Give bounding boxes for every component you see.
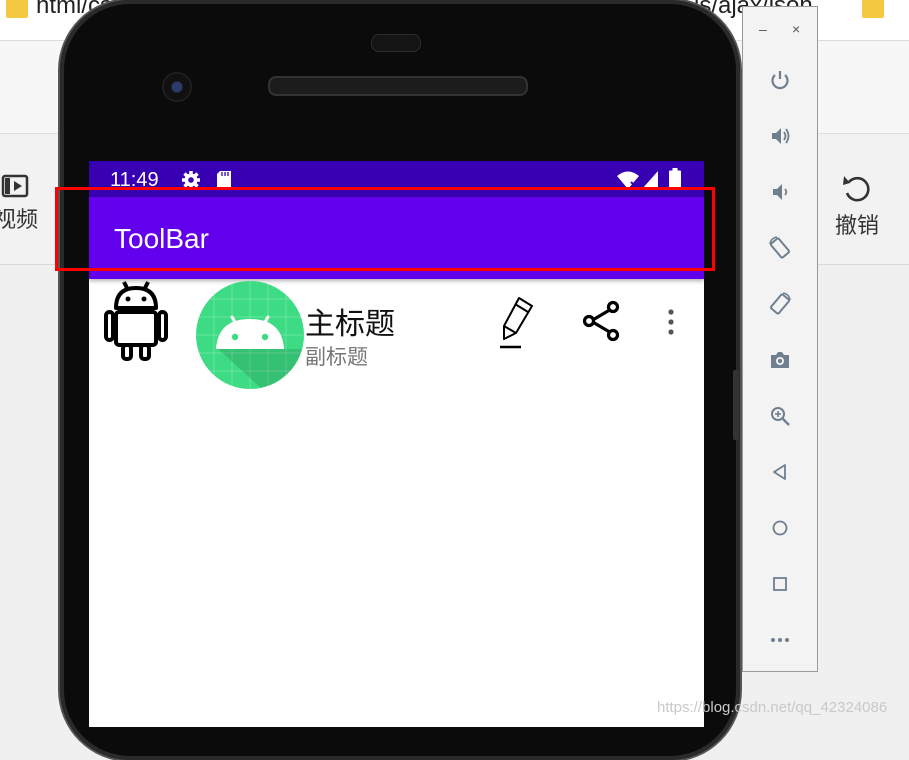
volume-up-icon [772, 128, 790, 144]
highlight-annotation [55, 187, 715, 271]
undo-icon [843, 176, 870, 202]
camera-icon [771, 352, 789, 368]
earpiece-speaker [268, 76, 528, 96]
power-icon [771, 71, 789, 90]
share-icon[interactable] [581, 300, 623, 342]
folder-icon [862, 0, 884, 18]
proximity-sensor [371, 34, 421, 52]
front-camera [162, 72, 192, 102]
video-icon [1, 174, 29, 198]
overflow-menu-icon[interactable] [663, 308, 679, 338]
undo-tool-label: 撤销 [834, 214, 879, 239]
rotate-left-icon [769, 236, 791, 259]
volume-down-button[interactable] [743, 172, 817, 212]
android-robot-icon[interactable] [103, 279, 169, 363]
overview-button[interactable] [743, 564, 817, 604]
undo-tool[interactable]: 撤销 [826, 172, 888, 240]
home-button[interactable] [743, 508, 817, 548]
more-button[interactable] [743, 620, 817, 660]
watermark: https://blog.csdn.net/qq_42324086 [657, 699, 888, 716]
rotate-left-button[interactable] [743, 228, 817, 268]
edit-pencil-icon[interactable] [497, 295, 539, 351]
screenshot-button[interactable] [743, 340, 817, 380]
emulator-control-panel: – × [742, 6, 818, 672]
phone-side-button [733, 370, 739, 440]
more-icon [771, 638, 789, 642]
overview-icon [773, 577, 787, 591]
power-button[interactable] [743, 60, 817, 100]
back-button[interactable] [743, 452, 817, 492]
toolbar-subtitle: 副标题 [305, 345, 368, 369]
close-button[interactable]: × [792, 21, 800, 37]
volume-down-icon [773, 184, 788, 200]
android-logo-icon [196, 281, 304, 389]
rotate-right-icon [769, 292, 791, 315]
video-tool[interactable]: 视频 [0, 172, 46, 234]
home-icon [772, 520, 788, 536]
rotate-right-button[interactable] [743, 284, 817, 324]
volume-up-button[interactable] [743, 116, 817, 156]
zoom-icon [771, 407, 790, 426]
zoom-button[interactable] [743, 396, 817, 436]
back-icon [773, 464, 786, 480]
folder-icon [6, 0, 28, 18]
custom-toolbar: 主标题 副标题 [89, 279, 704, 389]
minimize-button[interactable]: – [759, 21, 767, 37]
toolbar-main-title: 主标题 [305, 307, 395, 342]
video-tool-label: 视频 [0, 208, 38, 233]
